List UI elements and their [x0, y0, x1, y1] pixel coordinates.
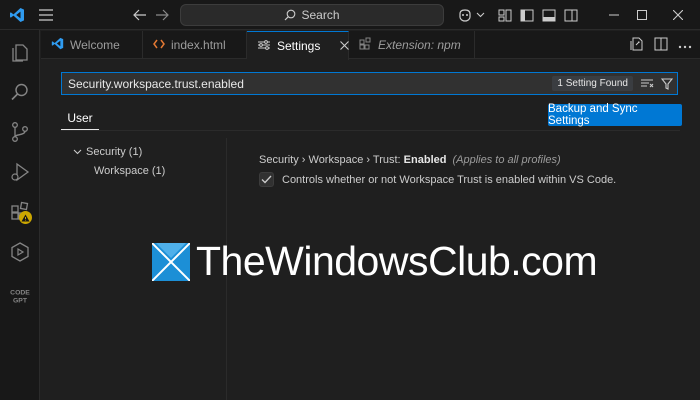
explorer-icon[interactable]: [0, 32, 40, 72]
menu-icon[interactable]: [36, 5, 56, 25]
watermark-text: TheWindowsClub.com: [196, 238, 598, 284]
extensions-icon[interactable]: [0, 192, 40, 232]
divider: [61, 130, 680, 131]
toc-item-workspace[interactable]: Workspace (1): [94, 165, 165, 177]
settings-gear-icon: [257, 39, 271, 53]
tab-extension-npm[interactable]: Extension: npm: [349, 31, 475, 59]
setting-scope-note: (Applies to all profiles): [452, 154, 561, 166]
setting-checkbox[interactable]: [259, 172, 274, 187]
vscode-logo-icon: [51, 37, 64, 53]
vscode-logo-icon: [8, 6, 26, 24]
toc-label: Workspace (1): [94, 165, 166, 177]
backup-sync-button[interactable]: Backup and Sync Settings: [548, 103, 682, 127]
filter-icon[interactable]: [657, 74, 677, 94]
tab-index-html[interactable]: index.html: [143, 31, 247, 59]
settings-search-value[interactable]: Security.workspace.trust.enabled: [62, 77, 552, 91]
activity-bar: CODE GPT: [0, 30, 40, 400]
editor-tab-bar: Welcome index.html Settings Extension: n…: [41, 31, 700, 60]
extension-icon: [359, 37, 372, 53]
close-tab-icon[interactable]: [340, 39, 350, 53]
layout-secondary-icon[interactable]: [540, 6, 558, 24]
tab-label: Settings: [277, 39, 321, 53]
settings-found-badge: 1 Setting Found: [552, 76, 633, 91]
forward-arrow-icon[interactable]: [152, 5, 172, 25]
chevron-down-icon: [73, 146, 82, 158]
customize-layout-icon[interactable]: [562, 6, 580, 24]
setting-name: Enabled: [403, 154, 447, 166]
watermark: TheWindowsClub.com: [151, 238, 598, 285]
editor-actions: [630, 31, 692, 59]
warning-badge-icon: [19, 211, 32, 224]
tab-label: Extension: npm: [378, 38, 461, 52]
command-center-search[interactable]: Search: [180, 4, 444, 26]
toc-label: Security (1): [86, 146, 143, 158]
close-icon[interactable]: [656, 0, 700, 30]
search-icon: [284, 9, 296, 21]
run-debug-icon[interactable]: [0, 152, 40, 192]
tab-settings[interactable]: Settings: [247, 31, 350, 60]
codegpt-icon[interactable]: CODE GPT: [0, 276, 40, 316]
search-icon[interactable]: [0, 72, 40, 112]
settings-search-input[interactable]: Security.workspace.trust.enabled 1 Setti…: [61, 72, 678, 95]
tab-welcome[interactable]: Welcome: [41, 31, 143, 59]
scope-tab-user[interactable]: User: [61, 106, 99, 130]
tab-label: index.html: [171, 38, 226, 52]
html-icon: [153, 38, 165, 52]
back-arrow-icon[interactable]: [130, 5, 150, 25]
toc-item-security[interactable]: Security (1): [73, 146, 142, 158]
chevron-down-icon[interactable]: [474, 8, 486, 22]
title-bar: Search: [0, 0, 700, 30]
clear-filter-icon[interactable]: [637, 74, 657, 94]
open-settings-json-icon[interactable]: [630, 37, 644, 54]
settings-editor: Security.workspace.trust.enabled 1 Setti…: [41, 60, 700, 400]
svg-text:GPT: GPT: [13, 298, 28, 305]
setting-row: Controls whether or not Workspace Trust …: [259, 172, 679, 187]
more-actions-icon[interactable]: [678, 38, 692, 52]
svg-text:CODE: CODE: [10, 290, 30, 297]
search-label: Search: [301, 8, 340, 22]
remote-play-icon[interactable]: [0, 232, 40, 272]
setting-description: Controls whether or not Workspace Trust …: [282, 173, 617, 186]
layout-panel-icon[interactable]: [496, 6, 514, 24]
layout-sidebar-icon[interactable]: [518, 6, 536, 24]
source-control-icon[interactable]: [0, 112, 40, 152]
copilot-icon[interactable]: [455, 5, 475, 25]
tab-label: Welcome: [70, 38, 120, 52]
setting-workspace-trust-enabled: Security › Workspace › Trust: Enabled (Ap…: [259, 154, 679, 187]
split-editor-icon[interactable]: [654, 37, 668, 54]
watermark-logo-icon: [151, 241, 191, 282]
setting-title: Security › Workspace › Trust: Enabled (Ap…: [259, 154, 679, 166]
checkmark-icon: [261, 175, 272, 184]
setting-breadcrumb: Security › Workspace › Trust:: [259, 154, 404, 166]
